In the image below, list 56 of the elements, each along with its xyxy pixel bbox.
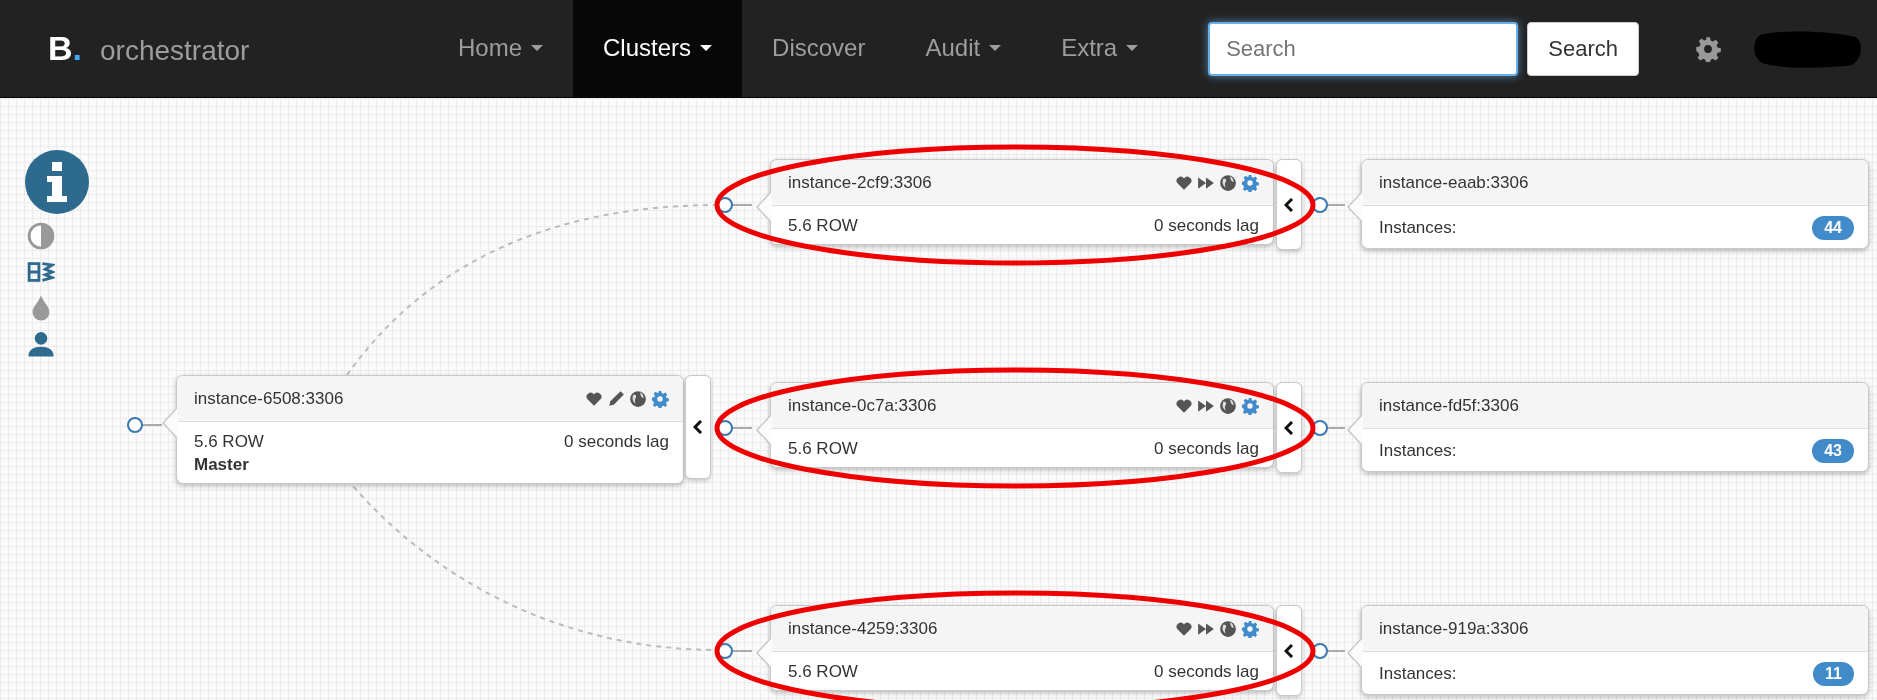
settings-icon[interactable] — [1695, 35, 1722, 62]
lag-text: 0 seconds lag — [1154, 216, 1259, 236]
instance-host: instance-6508:3306 — [194, 388, 344, 409]
chevron-left-icon — [1284, 197, 1294, 212]
lag-text: 0 seconds lag — [1154, 662, 1259, 682]
lag-text: 0 seconds lag — [1154, 439, 1259, 459]
count-badge: 11 — [1813, 662, 1854, 686]
contrast-icon[interactable] — [27, 222, 55, 250]
nav-menu-item[interactable]: Clusters — [573, 0, 743, 97]
user-icon[interactable] — [27, 330, 55, 358]
version-text: 5.6 ROW — [194, 432, 264, 452]
collapse-toggle[interactable] — [685, 375, 711, 479]
search-button[interactable]: Search — [1527, 21, 1640, 76]
info-icon[interactable] — [25, 150, 89, 214]
version-text: 5.6 ROW — [788, 439, 858, 459]
count-badge: 44 — [1812, 216, 1854, 240]
version-text: 5.6 ROW — [788, 662, 858, 682]
port-connector — [717, 643, 753, 659]
nav-menu-item[interactable]: Discover — [742, 0, 896, 97]
instances-label: Instances: — [1379, 664, 1457, 684]
count-badge: 43 — [1812, 439, 1854, 463]
nav-menu-item[interactable]: Extra — [1031, 0, 1169, 97]
instance-host: instance-eaab:3306 — [1379, 172, 1529, 193]
nav-menu-item[interactable]: Home — [428, 0, 574, 97]
instance-host: instance-919a:3306 — [1379, 618, 1529, 639]
logo[interactable]: B. — [48, 29, 82, 68]
search-field[interactable]: Search — [1208, 21, 1519, 76]
instances-label: Instances: — [1379, 441, 1457, 461]
globe-icon[interactable] — [1219, 619, 1237, 638]
app-title[interactable]: orchestrator — [100, 35, 250, 67]
gear-icon[interactable] — [1241, 619, 1259, 638]
chevron-left-icon — [693, 420, 703, 434]
instance-host: instance-fd5f:3306 — [1379, 395, 1519, 416]
chevron-left-icon — [1284, 643, 1294, 658]
lag-text: 0 seconds lag — [564, 432, 669, 452]
port-connector — [127, 417, 163, 433]
instances-label: Instances: — [1379, 218, 1457, 238]
instance-host: instance-4259:3306 — [788, 618, 938, 639]
gear-icon[interactable] — [1241, 396, 1259, 415]
pencil-icon[interactable] — [607, 389, 625, 408]
globe-icon[interactable] — [1219, 396, 1237, 415]
globe-icon[interactable] — [1219, 173, 1237, 192]
port-connector — [1312, 197, 1346, 213]
globe-icon[interactable] — [629, 389, 647, 408]
role-text: Master — [194, 455, 249, 475]
gear-icon[interactable] — [651, 389, 669, 408]
gear-icon[interactable] — [1241, 173, 1259, 192]
nav-menu-item[interactable]: Audit — [895, 0, 1032, 97]
instance-host: instance-2cf9:3306 — [788, 172, 932, 193]
chevron-left-icon — [1284, 420, 1294, 435]
port-connector — [717, 197, 753, 213]
version-text: 5.6 ROW — [788, 216, 858, 236]
instance-host: instance-0c7a:3306 — [788, 395, 937, 416]
port-connector — [717, 420, 753, 436]
port-connector — [1312, 643, 1346, 659]
port-connector — [1312, 420, 1346, 436]
